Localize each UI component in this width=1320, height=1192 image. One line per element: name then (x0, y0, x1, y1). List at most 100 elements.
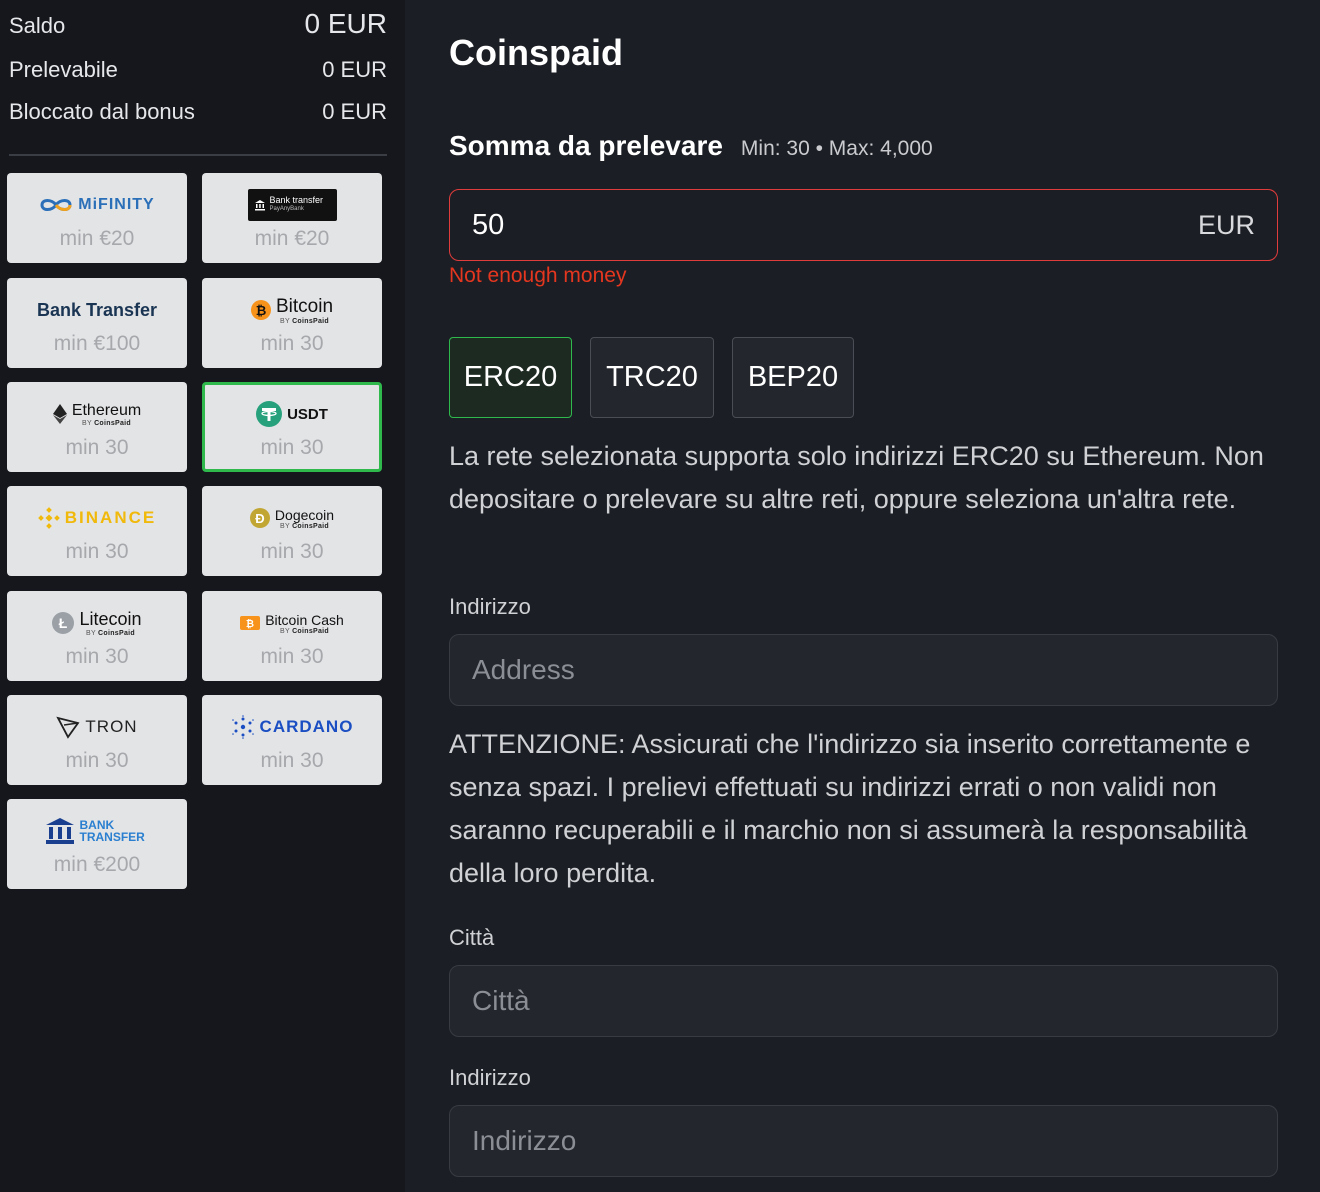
method-litecoin[interactable]: Ł Litecoin BY CoinsPaid min 30 (7, 591, 187, 681)
network-trc20[interactable]: TRC20 (590, 337, 714, 418)
method-name: Bank Transfer (36, 299, 158, 320)
method-name: BINANCE (64, 508, 157, 527)
usdt-logo: USDT (256, 394, 328, 434)
method-bank-transfer-2[interactable]: BANK TRANSFER min €200 (7, 799, 187, 889)
tron-logo: TRON (56, 707, 137, 747)
address-warning: ATTENZIONE: Assicurati che l'indirizzo s… (449, 729, 1251, 888)
method-bank-transfer[interactable]: Bank Transfer min €100 (7, 278, 187, 368)
balance-divider (9, 154, 387, 156)
cardano-logo: CARDANO (231, 707, 354, 747)
amount-value[interactable]: 50 (472, 209, 504, 242)
svg-text:₿: ₿ (246, 618, 254, 630)
method-binance[interactable]: BINANCE min 30 (7, 486, 187, 576)
method-min: min 30 (65, 436, 129, 459)
dogecoin-logo: Ð Dogecoin BY CoinsPaid (249, 498, 335, 538)
method-cardano[interactable]: CARDANO min 30 (202, 695, 382, 785)
method-bitcoin-cash[interactable]: ₿ Bitcoin Cash BY CoinsPaid min 30 (202, 591, 382, 681)
svg-text:Ł: Ł (59, 615, 68, 631)
street-label: Indirizzo (449, 1065, 531, 1090)
street-field[interactable] (449, 1105, 1278, 1177)
bank-transfer-2-logo: BANK TRANSFER (45, 811, 150, 851)
method-ethereum[interactable]: Ethereum BY CoinsPaid min 30 (7, 382, 187, 472)
balance-bloccato: Bloccato dal bonus 0 EUR (9, 99, 387, 125)
bank-icon (254, 200, 265, 211)
city-label: Città (449, 925, 495, 950)
bitcoin-icon: ₿ (250, 300, 271, 320)
coinspaid-sub: BY CoinsPaid (85, 630, 135, 637)
ethereum-icon (52, 404, 67, 424)
page-title: Coinspaid (449, 32, 624, 73)
method-name: MiFINITY (78, 196, 155, 213)
method-name: CARDANO (259, 717, 354, 736)
bloccato-value: 0 EUR (322, 99, 387, 124)
amount-heading-row: Somma da prelevare Min: 30 • Max: 4,000 (449, 130, 933, 162)
bank-transfer-logo: Bank Transfer (37, 290, 157, 330)
tether-icon (256, 401, 283, 427)
amount-heading: Somma da prelevare (449, 130, 723, 161)
city-input[interactable] (472, 985, 1255, 1017)
street-input[interactable] (472, 1125, 1255, 1157)
coinspaid-sub: BY CoinsPaid (82, 419, 131, 427)
method-min: min €20 (254, 227, 330, 250)
saldo-label: Saldo (9, 13, 66, 38)
coinspaid-sub: BY CoinsPaid (280, 627, 329, 635)
amount-error: Not enough money (449, 264, 627, 287)
mifinity-logo-icon (40, 199, 72, 211)
method-dogecoin[interactable]: Ð Dogecoin BY CoinsPaid min 30 (202, 486, 382, 576)
prelevabile-value: 0 EUR (322, 57, 387, 82)
method-mifinity[interactable]: MiFINITY min €20 (7, 173, 187, 263)
method-min: min 30 (260, 436, 324, 459)
bitcoin-cash-icon: ₿ (240, 616, 261, 630)
sidebar: Saldo 0 EUR Prelevabile 0 EUR Bloccato d… (0, 0, 405, 1192)
method-min: min 30 (260, 332, 324, 355)
binance-icon (37, 507, 60, 529)
cardano-icon (231, 715, 254, 739)
dogecoin-icon: Ð (249, 508, 270, 528)
method-tron[interactable]: TRON min 30 (7, 695, 187, 785)
address-field[interactable] (449, 634, 1278, 706)
coinspaid-sub: BY CoinsPaid (280, 522, 329, 530)
city-field[interactable] (449, 965, 1278, 1037)
amount-input[interactable]: 50 EUR (449, 189, 1278, 261)
litecoin-logo: Ł Litecoin BY CoinsPaid (52, 603, 142, 643)
bloccato-label: Bloccato dal bonus (9, 99, 195, 124)
litecoin-icon: Ł (52, 612, 75, 634)
svg-text:Ð: Ð (255, 511, 264, 526)
method-min: min 30 (65, 749, 129, 772)
method-min: min 30 (260, 645, 324, 668)
balance-prelevabile: Prelevabile 0 EUR (9, 57, 387, 83)
network-info: La rete selezionata supporta solo indiri… (449, 441, 1264, 514)
tron-icon (56, 716, 80, 739)
binance-logo: BINANCE (37, 498, 157, 538)
bitcoin-cash-logo: ₿ Bitcoin Cash BY CoinsPaid (240, 603, 344, 643)
method-name: Bank transfer (269, 195, 324, 205)
method-name: Bitcoin Cash (265, 611, 344, 628)
network-erc20[interactable]: ERC20 (449, 337, 572, 418)
method-min: min 30 (260, 540, 324, 563)
amount-currency: EUR (1197, 209, 1255, 240)
method-bitcoin[interactable]: ₿ Bitcoin BY CoinsPaid min 30 (202, 278, 382, 368)
method-usdt[interactable]: USDT min 30 (202, 382, 382, 472)
prelevabile-label: Prelevabile (9, 57, 118, 82)
address-label: Indirizzo (449, 594, 531, 619)
method-name: Bitcoin (275, 295, 334, 317)
method-name: Ethereum (71, 401, 142, 419)
payanybank-logo: Bank transfer PayAnyBank (247, 185, 337, 225)
svg-text:₿: ₿ (256, 303, 267, 318)
address-input[interactable] (472, 654, 1255, 686)
method-min: min 30 (260, 749, 324, 772)
method-sub: PayAnyBank (269, 206, 304, 212)
method-name: TRON (85, 717, 138, 736)
mifinity-logo: MiFINITY (39, 185, 154, 225)
method-name: Dogecoin (274, 506, 335, 523)
bank-building-icon (45, 818, 74, 844)
bitcoin-logo: ₿ Bitcoin BY CoinsPaid (250, 290, 334, 330)
method-bank-transfer-payanybank[interactable]: Bank transfer PayAnyBank min €20 (202, 173, 382, 263)
method-min: min €200 (53, 853, 141, 876)
method-name: BANK TRANSFER (79, 818, 145, 844)
method-name: USDT (287, 405, 328, 423)
network-bep20[interactable]: BEP20 (732, 337, 854, 418)
method-min: min 30 (65, 540, 129, 563)
saldo-value: 0 EUR (304, 8, 387, 39)
method-min: min €20 (59, 227, 135, 250)
